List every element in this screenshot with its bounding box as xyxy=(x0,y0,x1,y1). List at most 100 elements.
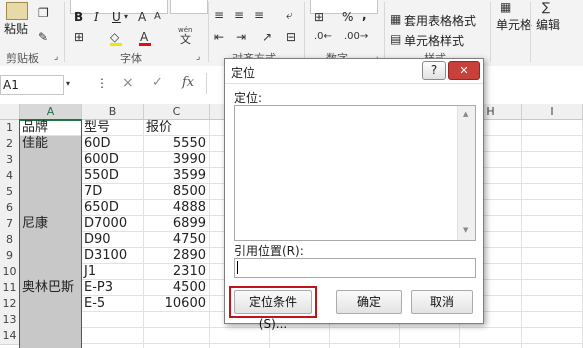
cell[interactable]: 650D xyxy=(84,200,140,216)
cell-styles-icon[interactable]: ▤ xyxy=(390,32,401,46)
scroll-up-icon[interactable]: ▲ xyxy=(463,110,468,118)
cell-styles-button[interactable]: 单元格样式 xyxy=(404,32,464,49)
special-button[interactable]: 定位条件(S)... xyxy=(234,290,312,331)
cell[interactable]: J1 xyxy=(84,264,140,280)
cell[interactable]: 8500 xyxy=(146,184,206,200)
merge-cells-icon[interactable]: ⊟ xyxy=(286,30,296,44)
cell[interactable]: 6899 xyxy=(146,216,206,232)
format-painter-icon[interactable]: ✎ xyxy=(38,30,48,44)
paste-button[interactable]: 粘贴 xyxy=(4,20,28,37)
row-header[interactable]: 3 xyxy=(0,152,20,169)
cell[interactable]: 60D xyxy=(84,136,140,152)
copy-icon[interactable]: ❐ xyxy=(38,6,49,20)
cell[interactable]: 尼康 xyxy=(22,216,78,232)
cell[interactable]: 2890 xyxy=(146,248,206,264)
cancel-entry-icon[interactable]: × xyxy=(122,75,134,91)
cell[interactable]: 3599 xyxy=(146,168,206,184)
cell[interactable]: 4750 xyxy=(146,232,206,248)
row-header[interactable]: 4 xyxy=(0,168,20,185)
cell[interactable]: 550D xyxy=(84,168,140,184)
scroll-down-icon[interactable]: ▼ xyxy=(463,226,468,234)
font-size-box[interactable] xyxy=(170,0,208,14)
increase-decimal-icon[interactable]: .0← xyxy=(314,30,332,44)
wrap-text-icon[interactable]: ⤶ xyxy=(286,8,293,22)
font-grow-icon[interactable]: A xyxy=(138,10,146,24)
cell[interactable]: 佳能 xyxy=(22,136,78,152)
dialog-launcher-icon[interactable]: ⌟ xyxy=(196,50,200,64)
cell[interactable]: 7D xyxy=(84,184,140,200)
cell[interactable]: 品牌 xyxy=(22,120,78,136)
bold-button[interactable]: B xyxy=(74,10,83,24)
column-header[interactable]: B xyxy=(82,104,144,120)
font-shrink-icon[interactable]: A xyxy=(154,10,161,24)
row-header[interactable]: 5 xyxy=(0,184,20,201)
row-header[interactable]: 7 xyxy=(0,216,20,233)
align-right-icon[interactable]: ≡ xyxy=(254,8,264,22)
dialog-title-bar[interactable]: 定位 ? ✕ xyxy=(225,59,483,84)
format-as-table-button[interactable]: 套用表格格式 xyxy=(404,12,476,29)
row-header[interactable]: 10 xyxy=(0,264,20,281)
indent-increase-icon[interactable]: ⇥ xyxy=(236,30,246,44)
dialog-launcher-icon[interactable]: ⌟ xyxy=(54,50,58,64)
cells-icon[interactable]: ▦ xyxy=(500,0,511,14)
cell[interactable]: 5550 xyxy=(146,136,206,152)
italic-button[interactable]: I xyxy=(94,10,99,24)
cell[interactable]: E-5 xyxy=(84,296,140,312)
select-all-corner[interactable] xyxy=(0,104,20,120)
indent-decrease-icon[interactable]: ⇤ xyxy=(214,30,224,44)
row-header[interactable]: 9 xyxy=(0,248,20,265)
cell[interactable]: 600D xyxy=(84,152,140,168)
column-header[interactable]: I xyxy=(522,104,583,120)
row-header[interactable]: 12 xyxy=(0,296,20,313)
name-box-dropdown-icon[interactable]: ▾ xyxy=(66,77,70,91)
cell[interactable]: 报价 xyxy=(146,120,206,136)
cell[interactable]: D7000 xyxy=(84,216,140,232)
cell[interactable]: 3990 xyxy=(146,152,206,168)
column-header[interactable]: C xyxy=(144,104,210,120)
edit-icon[interactable]: ∑ xyxy=(542,0,550,14)
close-button[interactable]: ✕ xyxy=(448,61,480,80)
font-color-icon[interactable]: A xyxy=(140,30,148,44)
underline-dropdown-icon[interactable]: ▾ xyxy=(124,10,128,24)
row-header[interactable]: 14 xyxy=(0,328,20,345)
fill-color-icon[interactable]: ◇ xyxy=(110,30,119,44)
phonetic-icon[interactable]: 文 xyxy=(180,34,191,46)
format-as-table-icon[interactable]: ▦ xyxy=(390,12,401,26)
row-header[interactable]: 6 xyxy=(0,200,20,217)
percent-button[interactable]: % xyxy=(342,10,353,24)
row-header[interactable]: 2 xyxy=(0,136,20,153)
row-header[interactable]: 13 xyxy=(0,312,20,329)
paste-icon[interactable] xyxy=(6,2,28,20)
cell[interactable]: 10600 xyxy=(146,296,206,312)
underline-button[interactable]: U xyxy=(112,10,121,24)
ok-button[interactable]: 确定 xyxy=(336,290,402,314)
align-center-icon[interactable]: ≡ xyxy=(234,8,244,22)
comma-button[interactable]: , xyxy=(362,8,367,22)
goto-list[interactable]: ▲ ▼ xyxy=(234,105,476,241)
cell[interactable]: E-P3 xyxy=(84,280,140,296)
edit-button[interactable]: 编辑 xyxy=(536,16,560,33)
confirm-entry-icon[interactable]: ✓ xyxy=(152,75,163,90)
cells-button[interactable]: 单元格 xyxy=(496,16,532,33)
align-left-icon[interactable]: ≡ xyxy=(214,8,224,22)
cell[interactable]: 奥林巴斯 xyxy=(22,280,78,296)
row-header[interactable]: 1 xyxy=(0,120,20,137)
cell[interactable]: D3100 xyxy=(84,248,140,264)
name-box[interactable]: A1 xyxy=(0,75,64,95)
currency-icon[interactable]: ⊞ xyxy=(314,10,324,24)
cancel-button[interactable]: 取消 xyxy=(411,290,473,314)
orientation-icon[interactable]: ↗ xyxy=(262,30,272,44)
cell[interactable]: D90 xyxy=(84,232,140,248)
cell[interactable]: 型号 xyxy=(84,120,140,136)
list-scrollbar[interactable]: ▲ ▼ xyxy=(457,106,475,240)
insert-function-icon[interactable]: fx xyxy=(182,75,194,90)
decrease-decimal-icon[interactable]: .00→ xyxy=(344,30,368,44)
help-button[interactable]: ? xyxy=(422,61,446,80)
border-icon[interactable]: ⊞ xyxy=(74,30,84,44)
row-header[interactable]: 8 xyxy=(0,232,20,249)
cell[interactable]: 4888 xyxy=(146,200,206,216)
cell[interactable]: 4500 xyxy=(146,280,206,296)
cell[interactable]: 2310 xyxy=(146,264,206,280)
reference-input[interactable] xyxy=(234,258,476,278)
row-header[interactable]: 11 xyxy=(0,280,20,297)
